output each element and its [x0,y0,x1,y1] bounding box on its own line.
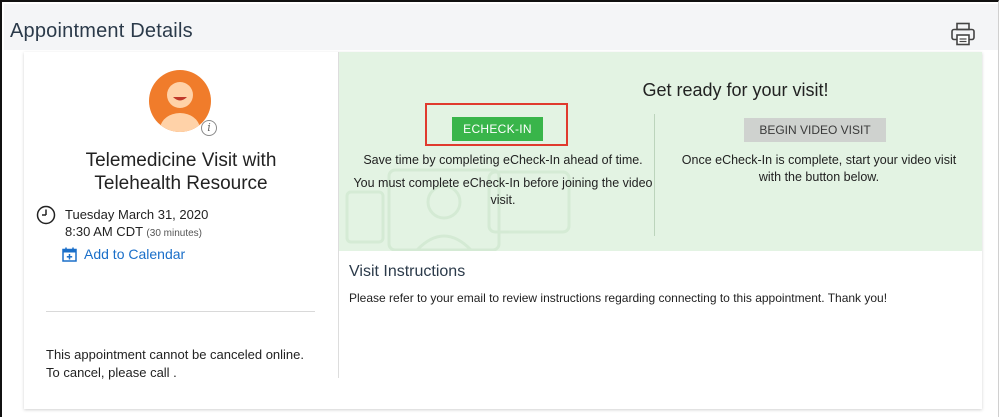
clock-icon [36,205,56,225]
page-title: Appointment Details [10,20,193,42]
panel-divider [654,114,655,236]
echeckin-text-ahead: Save time by completing eCheck-In ahead … [363,153,643,167]
page-header: Appointment Details [4,4,998,50]
begin-video-visit-button[interactable]: BEGIN VIDEO VISIT [744,118,886,142]
echeckin-text-required: You must complete eCheck-In before joini… [353,176,653,207]
add-to-calendar-label: Add to Calendar [84,246,186,262]
provider-avatar: i [149,70,217,136]
appointment-card: i Telemedicine Visit with Telehealth Res… [24,52,982,409]
get-ready-title: Get ready for your visit! [642,80,829,100]
appointment-window: Appointment Details i Telemedicine Visit… [0,0,999,417]
add-to-calendar-link[interactable]: Add to Calendar [62,246,185,262]
visit-instructions-title: Visit Instructions [349,263,466,280]
echeckin-description: Save time by completing eCheck-In ahead … [353,152,653,209]
video-visit-description: Once eCheck-In is complete, start your v… [681,153,957,184]
echeckin-button[interactable]: ECHECK-IN [452,117,543,141]
appointment-date: Tuesday March 31, 2020 [65,207,209,222]
appointment-summary: i Telemedicine Visit with Telehealth Res… [24,52,338,409]
appointment-time: 8:30 AM CDT (30 minutes) [65,224,202,239]
cancel-note: This appointment cannot be canceled onli… [46,347,305,380]
info-icon[interactable]: i [201,120,217,136]
appointment-time-value: 8:30 AM CDT [65,224,143,239]
appointment-duration: (30 minutes) [146,228,202,239]
printer-icon[interactable] [950,22,976,46]
get-ready-panel: Get ready for your visit! ECHECK-IN Save… [339,52,982,251]
calendar-add-icon [62,247,77,262]
visit-title: Telemedicine Visit with Telehealth Resou… [85,150,277,194]
divider [46,311,315,312]
visit-instructions-text: Please refer to your email to review ins… [349,291,888,305]
